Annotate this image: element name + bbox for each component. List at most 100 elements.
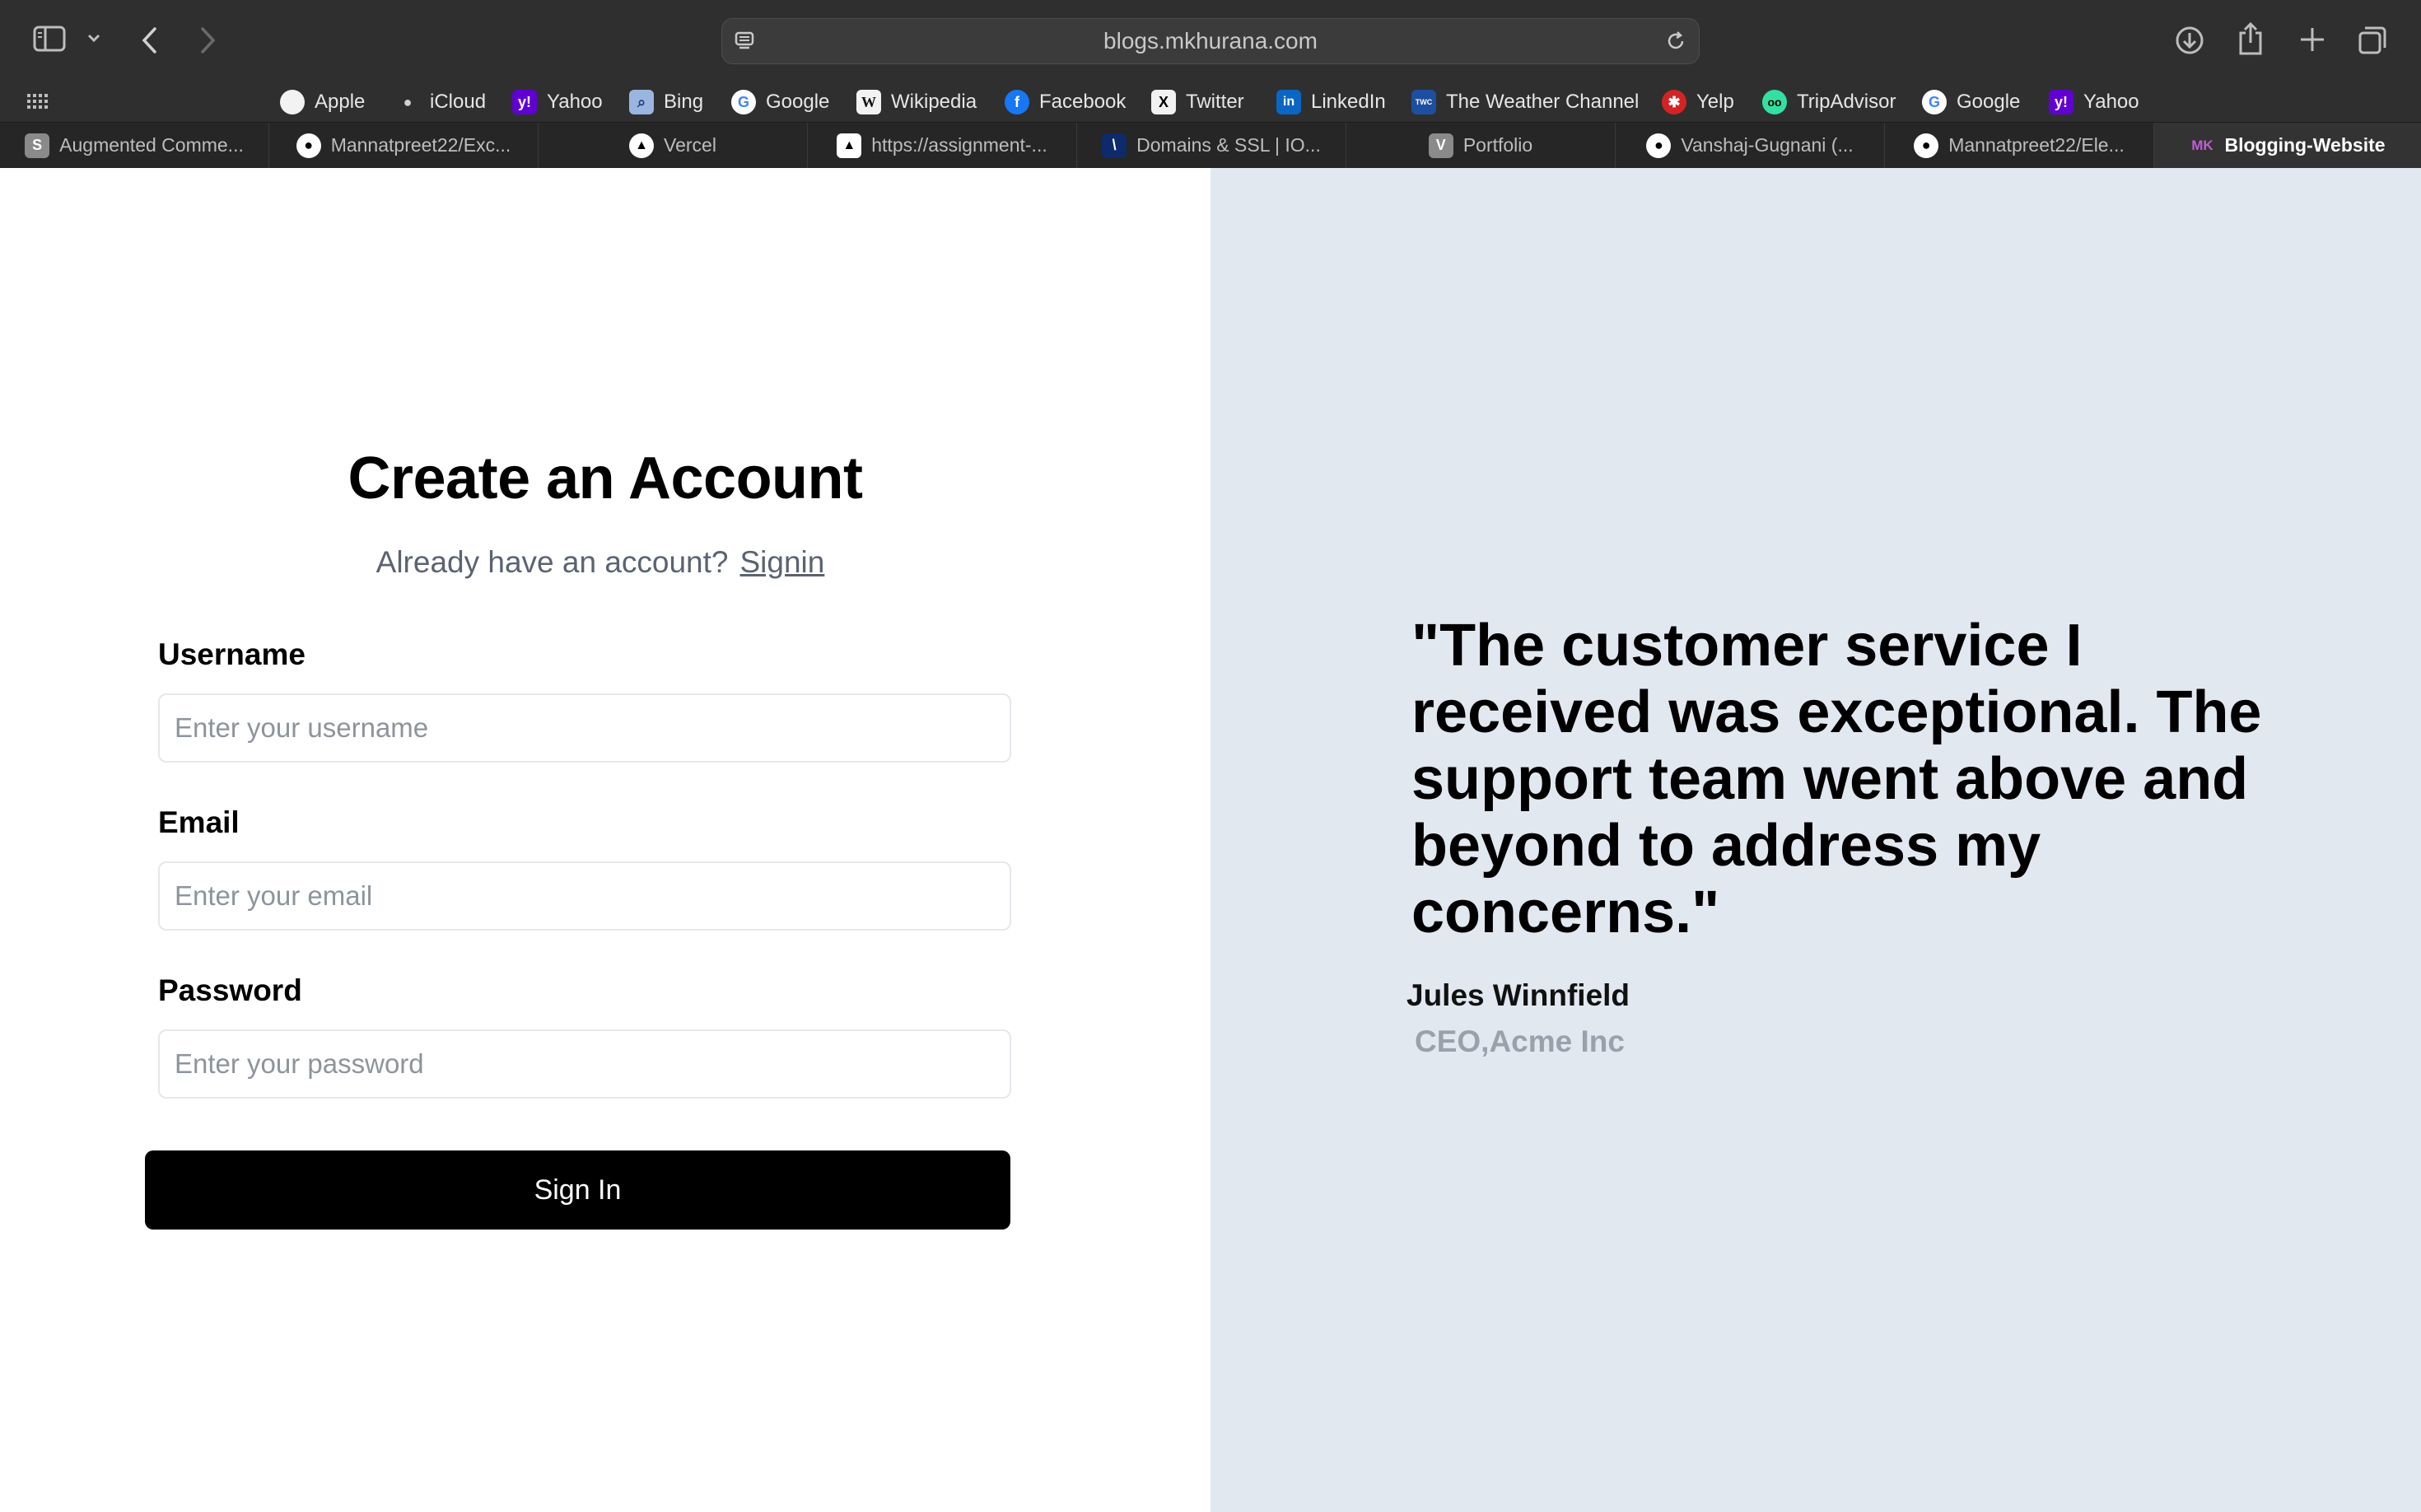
favorite-label: The Weather Channel <box>1446 91 1640 113</box>
tab-blogging-website[interactable]: MK Blogging-Website <box>2154 123 2421 168</box>
v-icon: V <box>1428 133 1453 158</box>
tab-vercel[interactable]: ▲ Vercel <box>539 123 808 168</box>
tab-domains-ssl[interactable]: \ Domains & SSL | IO... <box>1077 123 1346 168</box>
testimonial-author: Jules Winnfield <box>1406 978 1630 1012</box>
tab-github-exc[interactable]: ● Mannatpreet22/Exc... <box>269 123 539 168</box>
github-icon: ● <box>1914 133 1939 158</box>
favorite-linkedin[interactable]: in LinkedIn <box>1276 82 1386 122</box>
email-input[interactable] <box>158 861 1011 931</box>
email-label: Email <box>158 805 240 839</box>
share-icon[interactable] <box>2237 21 2265 56</box>
testimonial-quote: "The customer service I received was exc… <box>1411 613 2262 945</box>
page-title: Create an Account <box>348 446 863 511</box>
favorite-label: Facebook <box>1039 91 1127 113</box>
tab-label: Mannatpreet22/Exc... <box>330 134 511 156</box>
tab-label: https://assignment-... <box>871 134 1047 156</box>
facebook-icon: f <box>1005 90 1029 114</box>
vercel-icon: ▲ <box>837 133 862 158</box>
favorite-bing[interactable]: ⌕ Bing <box>629 82 703 122</box>
favorite-label: Wikipedia <box>891 91 977 113</box>
weather-channel-icon: TWC <box>1411 90 1436 114</box>
bing-icon: ⌕ <box>629 90 654 114</box>
forward-icon[interactable] <box>199 26 217 54</box>
tab-github-ele[interactable]: ● Mannatpreet22/Ele... <box>1885 123 2154 168</box>
password-input[interactable] <box>158 1029 1011 1099</box>
new-tab-icon[interactable] <box>2297 25 2327 54</box>
tab-label: Vercel <box>664 134 716 156</box>
favorite-label: TripAdvisor <box>1797 91 1896 113</box>
x-icon: X <box>1151 90 1176 114</box>
address-bar[interactable]: blogs.mkhurana.com <box>721 18 1700 64</box>
favorite-label: iCloud <box>430 91 487 113</box>
google-icon: G <box>731 90 756 114</box>
tab-assignment[interactable]: ▲ https://assignment-... <box>808 123 1077 168</box>
favorite-icloud[interactable]: ● iCloud <box>395 82 486 122</box>
signin-prompt-text: Already have an account? <box>376 545 729 579</box>
tripadvisor-icon: oo <box>1762 90 1787 114</box>
tab-label: Blogging-Website <box>2224 134 2386 156</box>
apple-icon <box>280 90 305 114</box>
favorite-label: Apple <box>315 91 366 113</box>
downloads-icon[interactable] <box>2174 25 2205 56</box>
tab-label: Augmented Comme... <box>59 134 244 156</box>
favorite-tripadvisor[interactable]: oo TripAdvisor <box>1762 82 1896 122</box>
password-label: Password <box>158 973 302 1007</box>
favorite-google[interactable]: G Google <box>1922 82 2020 122</box>
tab-portfolio[interactable]: V Portfolio <box>1346 123 1616 168</box>
username-label: Username <box>158 637 306 671</box>
vercel-icon: ▲ <box>629 133 655 158</box>
favorite-label: Yelp <box>1696 91 1734 113</box>
slash-icon: \ <box>1102 133 1127 158</box>
signup-panel: Create an Account Already have an accoun… <box>0 168 1210 1512</box>
username-input[interactable] <box>158 693 1011 763</box>
favorite-twitter[interactable]: X Twitter <box>1151 82 1244 122</box>
page-content: Create an Account Already have an accoun… <box>0 168 2421 1512</box>
github-icon: ● <box>1646 133 1672 158</box>
favorite-label: LinkedIn <box>1311 91 1386 113</box>
favorite-yahoo[interactable]: y! Yahoo <box>512 82 603 122</box>
sign-in-button[interactable]: Sign In <box>145 1150 1010 1230</box>
favorite-apple[interactable]: Apple <box>280 82 365 122</box>
tab-github-vanshaj[interactable]: ● Vanshaj-Gugnani (... <box>1616 123 1885 168</box>
favorite-google[interactable]: G Google <box>731 82 829 122</box>
tab-label: Vanshaj-Gugnani (... <box>1681 134 1854 156</box>
yahoo-icon: y! <box>2049 90 2073 114</box>
favorite-label: Google <box>766 91 830 113</box>
favorite-label: Twitter <box>1186 91 1244 113</box>
favorite-yahoo[interactable]: y! Yahoo <box>2049 82 2139 122</box>
url-text: blogs.mkhurana.com <box>1103 28 1318 54</box>
browser-toolbar: blogs.mkhurana.com <box>0 0 2421 82</box>
tab-label: Portfolio <box>1462 134 1533 156</box>
apple-icon: ● <box>403 93 413 110</box>
github-icon: ● <box>296 133 321 158</box>
favorite-yelp[interactable]: ✱ Yelp <box>1662 82 1734 122</box>
sidebar-toggle-icon[interactable] <box>33 25 66 53</box>
favorite-label: Yahoo <box>2083 91 2139 113</box>
signin-prompt: Already have an account? Signin <box>0 545 1201 580</box>
s-icon: S <box>25 133 50 158</box>
favorite-weather-channel[interactable]: TWC The Weather Channel <box>1411 82 1639 122</box>
favorite-label: Yahoo <box>547 91 603 113</box>
yahoo-icon: y! <box>512 90 537 114</box>
apps-grid-icon[interactable] <box>26 92 48 110</box>
testimonial-panel: "The customer service I received was exc… <box>1210 168 2421 1512</box>
linkedin-icon: in <box>1276 90 1301 114</box>
mk-logo-icon: MK <box>2191 137 2213 153</box>
yelp-icon: ✱ <box>1662 90 1686 114</box>
tab-label: Mannatpreet22/Ele... <box>1948 134 2125 156</box>
tab-augmented-commerce[interactable]: S Augmented Comme... <box>0 123 269 168</box>
tab-bar: S Augmented Comme... ● Mannatpreet22/Exc… <box>0 122 2421 168</box>
favorites-bar: Apple ● iCloud y! Yahoo ⌕ Bing G Google … <box>0 82 2421 122</box>
reload-icon[interactable] <box>1664 30 1687 57</box>
tab-overview-icon[interactable] <box>2357 25 2388 56</box>
wikipedia-icon: W <box>856 90 881 114</box>
favorite-facebook[interactable]: f Facebook <box>1005 82 1126 122</box>
tab-label: Domains & SSL | IO... <box>1136 134 1321 156</box>
signin-link[interactable]: Signin <box>740 545 825 579</box>
favorite-label: Google <box>1957 91 2021 113</box>
google-icon: G <box>1922 90 1947 114</box>
back-icon[interactable] <box>140 26 158 54</box>
favorite-wikipedia[interactable]: W Wikipedia <box>856 82 977 122</box>
testimonial-role: CEO,Acme Inc <box>1415 1024 1625 1058</box>
chevron-down-icon[interactable] <box>87 33 100 43</box>
